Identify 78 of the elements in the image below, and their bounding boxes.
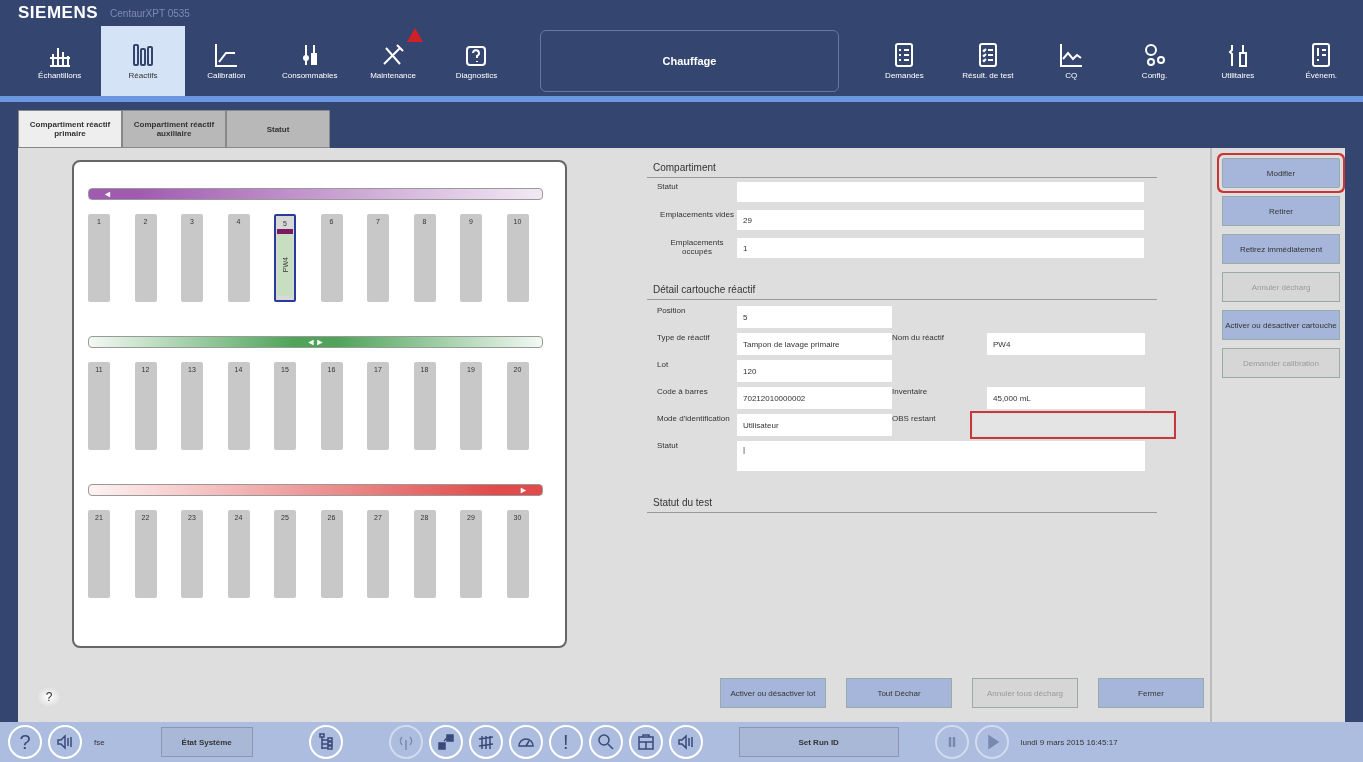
section-title: Statut du test — [647, 495, 1157, 513]
text-field[interactable] — [973, 414, 1173, 436]
field-label: Mode d'identification — [657, 414, 731, 423]
text-field[interactable]: 5 — [737, 306, 892, 328]
nav-tab[interactable]: Consommables — [268, 26, 352, 96]
text-field[interactable]: 45,000 mL — [987, 387, 1145, 409]
nav-tab[interactable]: Échantillons — [18, 26, 102, 96]
transfer-icon — [436, 733, 455, 751]
calibration-icon — [213, 42, 240, 68]
nav-tab[interactable]: Diagnostics — [434, 26, 519, 96]
status-icon-button[interactable] — [48, 725, 82, 759]
text-field[interactable]: 29 — [737, 210, 1144, 230]
text-field[interactable]: 70212010000002 — [737, 387, 892, 409]
status-icon-button[interactable] — [428, 725, 463, 759]
action-button[interactable]: Activer ou désactiver cartouche — [1222, 310, 1340, 340]
brand-logo: SIEMENS — [18, 3, 99, 23]
tab[interactable]: Statut — [226, 110, 330, 148]
tab[interactable]: Compartiment réactif primaire — [18, 110, 122, 148]
section-title: Compartiment — [647, 160, 1157, 178]
field-label: Statut — [657, 441, 679, 450]
action-button[interactable]: Retirer — [1222, 196, 1340, 226]
nav-tab[interactable]: CQ — [1029, 26, 1113, 96]
text-area[interactable]: | — [737, 441, 1145, 471]
nav-tab[interactable]: Calibration — [184, 26, 269, 96]
text-field[interactable] — [737, 182, 1144, 202]
direction-arrow: ◄ — [103, 189, 112, 199]
status-button[interactable]: ! — [548, 725, 583, 759]
status-bar-button[interactable]: État Système — [160, 727, 253, 757]
printer-icon — [636, 733, 655, 751]
nav-tab[interactable]: Résult. de test — [946, 26, 1030, 96]
action-button[interactable]: Tout Déchar — [846, 678, 952, 708]
chart-icon — [1058, 42, 1085, 68]
field-label: Code à barres — [657, 387, 709, 396]
instrument-name: CentaurXPT 0535 — [110, 7, 190, 19]
nav-tab[interactable]: Utilitaires — [1196, 26, 1280, 96]
speaker-icon — [56, 733, 74, 751]
status-text: fse — [94, 737, 105, 747]
text-field[interactable]: PW4 — [987, 333, 1145, 355]
field-label: Type de réactif — [657, 333, 711, 342]
status-button[interactable]: ? — [8, 725, 42, 759]
section-title: Détail cartouche réactif — [647, 282, 1157, 300]
help-button[interactable]: ? — [36, 686, 62, 708]
text-field[interactable]: 1 — [737, 238, 1144, 258]
status-icon-button[interactable] — [628, 725, 663, 759]
tab[interactable]: Compartiment réactif auxiliaire — [122, 110, 226, 148]
field-label: Inventaire — [892, 387, 929, 396]
status-icon-button[interactable] — [588, 725, 623, 759]
text-field[interactable]: Utilisateur — [737, 414, 892, 436]
nav-tab[interactable]: Config. — [1112, 26, 1197, 96]
nav-tab[interactable]: Réactifs — [101, 26, 185, 96]
status-icon-button[interactable] — [508, 725, 543, 759]
text-field[interactable]: 120 — [737, 360, 892, 382]
status-text: lundi 9 mars 2015 16:45:17 — [1020, 737, 1118, 747]
status-bar-button[interactable]: Set Run ID — [738, 727, 899, 757]
status-icon-button[interactable] — [668, 725, 703, 759]
nav-tab[interactable]: Maintenance — [351, 26, 435, 96]
direction-arrow: ► — [519, 485, 528, 495]
text-field[interactable]: Tampon de lavage primaire — [737, 333, 892, 355]
direction-arrow: ◄► — [306, 337, 325, 347]
field-label: Emplacements vides — [659, 210, 735, 219]
nav-tab[interactable]: Demandes — [862, 26, 947, 96]
field-label: Lot — [657, 360, 670, 369]
field-label: OBS restant — [892, 414, 937, 423]
field-label: Emplacements occupés — [669, 238, 725, 256]
status-panel: Chauffage — [540, 30, 839, 92]
action-button[interactable]: Retirez immédiatement — [1222, 234, 1340, 264]
status-icon-button[interactable] — [308, 725, 343, 759]
action-button[interactable]: Fermer — [1098, 678, 1204, 708]
status-icon-button[interactable] — [468, 725, 503, 759]
tree-icon — [316, 733, 335, 751]
search-icon — [596, 733, 615, 751]
speaker-icon — [676, 733, 695, 751]
field-label: Statut — [657, 182, 679, 191]
action-button[interactable]: Activer ou désactiver lot — [720, 678, 826, 708]
nav-tab[interactable]: Événem. — [1279, 26, 1363, 96]
field-label: Nom du réactif — [892, 333, 946, 342]
field-label: Position — [657, 306, 687, 315]
rack-icon — [476, 733, 495, 751]
